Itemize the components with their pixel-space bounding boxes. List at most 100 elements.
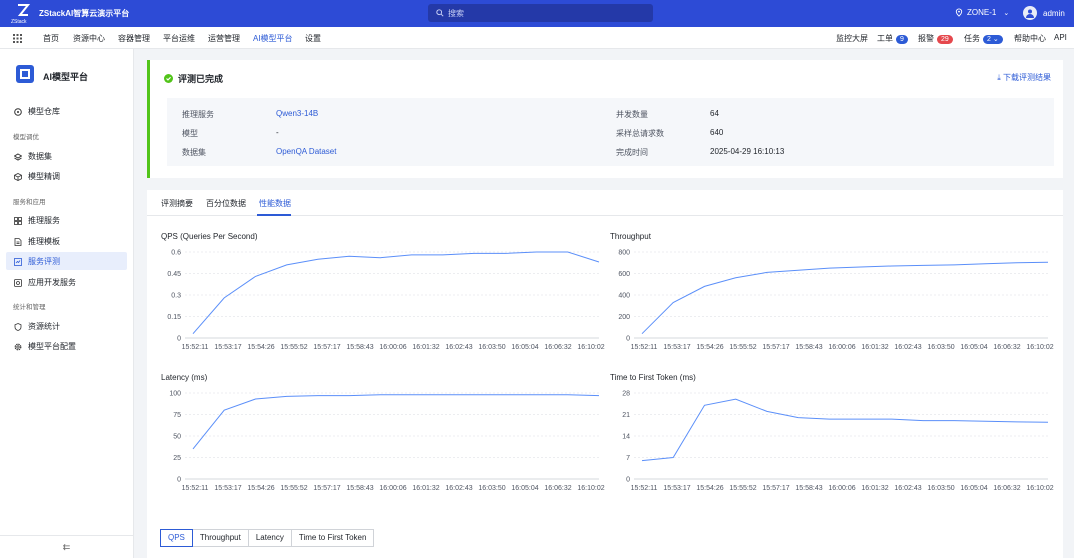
concurrency-value: 64	[710, 109, 719, 118]
user-icon	[1026, 9, 1034, 18]
segment-ttft[interactable]: Time to First Token	[290, 529, 375, 547]
search-icon	[436, 9, 444, 17]
evaluation-icon	[14, 257, 22, 266]
logo-text: ZStack	[11, 19, 27, 25]
sidebar-item-label: 模型精调	[28, 172, 60, 181]
sidebar-item-label: 服务评测	[28, 257, 60, 266]
sidebar-item-model-repo[interactable]: 模型仓库	[14, 106, 60, 117]
segment-throughput[interactable]: Throughput	[191, 529, 249, 547]
sidebar-item-template[interactable]: 推理模板	[14, 236, 60, 247]
x-tick-label: 16:02:43	[894, 485, 921, 492]
field-label: 推理服务	[182, 110, 214, 119]
collapse-sidebar-button[interactable]: ⇇	[0, 535, 133, 557]
y-tick-label: 75	[173, 412, 181, 419]
y-tick-label: 200	[618, 314, 630, 321]
sidebar-item-finetune[interactable]: 模型精调	[14, 171, 60, 182]
nav-tickets[interactable]: 工单 9	[877, 33, 908, 44]
dataset-link[interactable]: OpenQA Dataset	[276, 147, 336, 156]
y-tick-label: 0.45	[167, 271, 181, 278]
nav-api[interactable]: API	[1054, 33, 1067, 42]
sidebar-item-label: 应用开发服务	[28, 278, 76, 287]
x-tick-label: 15:55:52	[280, 485, 307, 492]
tickets-count-badge: 9	[896, 35, 908, 44]
series-line	[192, 251, 600, 335]
x-tick-label: 15:52:11	[182, 485, 209, 492]
x-tick-label: 16:02:43	[445, 485, 472, 492]
sidebar-group-service: 服务和应用	[13, 199, 46, 206]
nav-resource-center[interactable]: 资源中心	[73, 33, 105, 44]
sidebar-item-app-dev[interactable]: 应用开发服务	[14, 277, 76, 288]
sidebar-item-label: 推理服务	[28, 216, 60, 225]
sidebar-item-platform-config[interactable]: 模型平台配置	[14, 341, 76, 352]
x-tick-label: 15:52:11	[631, 485, 658, 492]
download-results-link[interactable]: ⤓ 下载评测结果	[997, 72, 1051, 83]
nav-settings[interactable]: 设置	[305, 33, 321, 44]
nav-home[interactable]: 首页	[43, 33, 59, 44]
nav-container-mgmt[interactable]: 容器管理	[118, 33, 150, 44]
evaluation-status-panel: 评测已完成 ⤓ 下载评测结果 推理服务 Qwen3-14B 模型 - 数据集 O…	[147, 60, 1063, 178]
app-icon	[14, 278, 22, 287]
sidebar-item-label: 资源统计	[28, 322, 60, 331]
nav-alarms[interactable]: 报警 29	[918, 33, 953, 44]
sidebar-item-inference[interactable]: 推理服务	[14, 215, 60, 226]
x-tick-label: 15:53:17	[663, 344, 690, 351]
y-tick-label: 14	[622, 434, 630, 441]
nav-monitor-screen[interactable]: 监控大屏	[836, 33, 868, 44]
y-tick-label: 25	[173, 455, 181, 462]
nav-ai-platform[interactable]: AI模型平台	[253, 33, 293, 44]
sidebar-item-label: 数据集	[28, 152, 52, 161]
search-input[interactable]: 搜索	[428, 4, 653, 22]
nav-operations[interactable]: 运营管理	[208, 33, 240, 44]
x-tick-label: 16:00:06	[828, 485, 855, 492]
nav-help-center[interactable]: 帮助中心	[1014, 33, 1046, 44]
alarms-count-badge: 29	[937, 35, 953, 44]
user-menu[interactable]: admin	[1023, 6, 1065, 20]
zone-selector[interactable]: ZONE-1 ⌄	[955, 8, 1009, 17]
y-tick-label: 50	[173, 434, 181, 441]
x-tick-label: 16:05:04	[960, 485, 987, 492]
avatar	[1023, 6, 1037, 20]
zone-label: ZONE-1	[967, 8, 997, 17]
x-tick-label: 16:03:50	[927, 485, 954, 492]
sidebar-title: AI模型平台	[43, 72, 89, 82]
x-tick-label: 16:10:02	[1026, 344, 1053, 351]
field-label: 数据集	[182, 148, 206, 157]
sidebar-item-label: 模型平台配置	[28, 342, 76, 351]
x-tick-label: 16:01:32	[861, 485, 888, 492]
tab-summary[interactable]: 评测摘要	[161, 198, 193, 209]
x-tick-label: 15:57:17	[313, 344, 340, 351]
gear-icon	[14, 343, 22, 350]
y-tick-label: 7	[626, 455, 630, 462]
cube-icon	[14, 172, 22, 181]
tab-performance[interactable]: 性能数据	[259, 198, 291, 209]
zstack-logo-icon: ZStack	[11, 4, 31, 25]
y-tick-label: 0.15	[167, 314, 181, 321]
document-icon	[14, 237, 22, 246]
x-tick-label: 16:00:06	[379, 344, 406, 351]
nav-platform-ops[interactable]: 平台运维	[163, 33, 195, 44]
repo-icon	[14, 107, 22, 116]
y-tick-label: 0	[626, 477, 630, 484]
field-label: 模型	[182, 129, 198, 138]
metric-segmented-control: QPS Throughput Latency Time to First Tok…	[160, 529, 375, 547]
series-line	[192, 394, 600, 450]
segment-qps[interactable]: QPS	[160, 529, 193, 547]
search-placeholder: 搜索	[448, 8, 464, 18]
sidebar-item-resource-stats[interactable]: 资源统计	[14, 321, 60, 332]
sidebar-item-dataset[interactable]: 数据集	[14, 151, 52, 162]
user-name: admin	[1043, 8, 1065, 18]
apps-grid-icon[interactable]	[13, 34, 22, 43]
sidebar-item-evaluation[interactable]: 服务评测	[14, 256, 60, 267]
tab-percentile[interactable]: 百分位数据	[206, 198, 246, 209]
main-nav: 首页 资源中心 容器管理 平台运维 运营管理 AI模型平台 设置 监控大屏 工单…	[0, 27, 1074, 49]
sidebar-item-label: 推理模板	[28, 237, 60, 246]
service-link[interactable]: Qwen3-14B	[276, 109, 318, 118]
x-tick-label: 16:00:06	[828, 344, 855, 351]
sidebar-group-tuning: 模型调优	[13, 134, 39, 141]
x-tick-label: 16:06:32	[993, 485, 1020, 492]
x-tick-label: 16:01:32	[861, 344, 888, 351]
segment-latency[interactable]: Latency	[247, 529, 292, 547]
x-tick-label: 15:54:26	[696, 485, 723, 492]
nav-tasks[interactable]: 任务 2 ⌄	[964, 33, 1003, 44]
chart-title: QPS (Queries Per Second)	[161, 232, 258, 241]
